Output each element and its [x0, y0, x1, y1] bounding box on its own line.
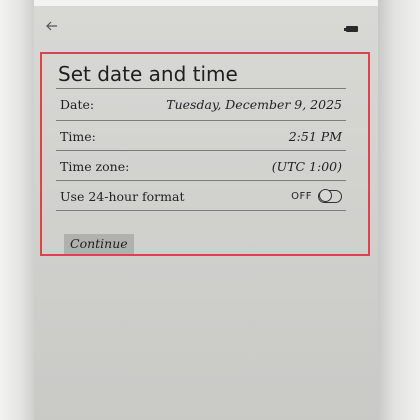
page-title: Set date and time: [58, 62, 238, 86]
time-label: Time:: [60, 129, 96, 144]
24-hour-format-row[interactable]: Use 24-hour format OFF: [60, 182, 346, 212]
ereader-screen: Set date and time Date: Tuesday, Decembe…: [34, 6, 378, 420]
back-arrow-icon[interactable]: [44, 18, 60, 34]
toggle-switch-icon[interactable]: [318, 189, 342, 203]
toggle-state-text: OFF: [291, 190, 312, 202]
divider: [56, 88, 346, 89]
toggle-knob: [319, 189, 332, 202]
time-value: 2:51 PM: [288, 129, 342, 144]
continue-button[interactable]: Continue: [64, 234, 134, 254]
divider: [56, 180, 346, 181]
24-hour-toggle[interactable]: OFF: [291, 188, 342, 204]
divider: [56, 120, 346, 121]
battery-icon: [344, 26, 358, 32]
date-row[interactable]: Date: Tuesday, December 9, 2025: [60, 90, 346, 120]
divider: [56, 210, 346, 211]
time-zone-label: Time zone:: [60, 159, 130, 174]
date-value: Tuesday, December 9, 2025: [166, 97, 342, 112]
divider: [56, 150, 346, 151]
device-right-bezel: obo: [349, 0, 420, 420]
time-row[interactable]: Time: 2:51 PM: [60, 122, 346, 152]
status-bar: [34, 6, 378, 46]
time-zone-value: (UTC 1:00): [271, 159, 342, 174]
24-hour-format-label: Use 24-hour format: [60, 189, 185, 204]
date-label: Date:: [60, 97, 95, 112]
device-left-bezel: [0, 0, 34, 420]
time-zone-row[interactable]: Time zone: (UTC 1:00): [60, 152, 346, 182]
